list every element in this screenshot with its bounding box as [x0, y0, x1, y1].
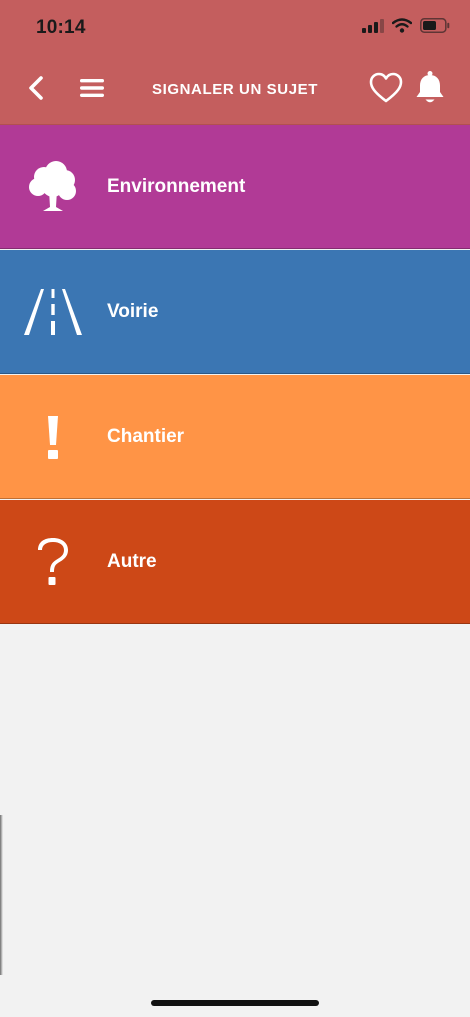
hamburger-menu-icon	[78, 76, 106, 105]
category-label: Environnement	[107, 175, 246, 197]
battery-icon	[420, 18, 450, 38]
status-time: 10:14	[36, 17, 86, 38]
wifi-icon	[391, 18, 413, 38]
notifications-button[interactable]	[410, 62, 450, 118]
status-icons	[362, 18, 450, 38]
favorites-button[interactable]	[366, 62, 406, 118]
navbar: SIGNALER UN SUJET	[0, 62, 470, 118]
category-environnement[interactable]: Environnement	[0, 125, 470, 249]
app-header: 10:14 SIGNALER UN SUJET	[0, 0, 470, 125]
menu-button[interactable]	[72, 62, 112, 118]
heart-icon	[369, 72, 403, 109]
category-autre[interactable]: Autre	[0, 500, 470, 624]
exclamation-icon	[22, 406, 84, 468]
question-mark-icon	[22, 531, 84, 593]
category-label: Autre	[107, 550, 157, 572]
category-label: Chantier	[107, 425, 185, 447]
category-label: Voirie	[107, 300, 159, 322]
back-button[interactable]	[18, 62, 54, 118]
bell-icon	[414, 70, 446, 111]
screen-edge-shadow	[0, 815, 3, 975]
page-title: SIGNALER UN SUJET	[151, 81, 319, 98]
tree-icon	[22, 156, 84, 218]
road-icon	[22, 281, 84, 343]
category-voirie[interactable]: Voirie	[0, 250, 470, 374]
chevron-left-icon	[26, 74, 46, 107]
home-indicator[interactable]	[151, 1000, 319, 1006]
category-chantier[interactable]: Chantier	[0, 375, 470, 499]
cellular-signal-icon	[362, 18, 384, 38]
